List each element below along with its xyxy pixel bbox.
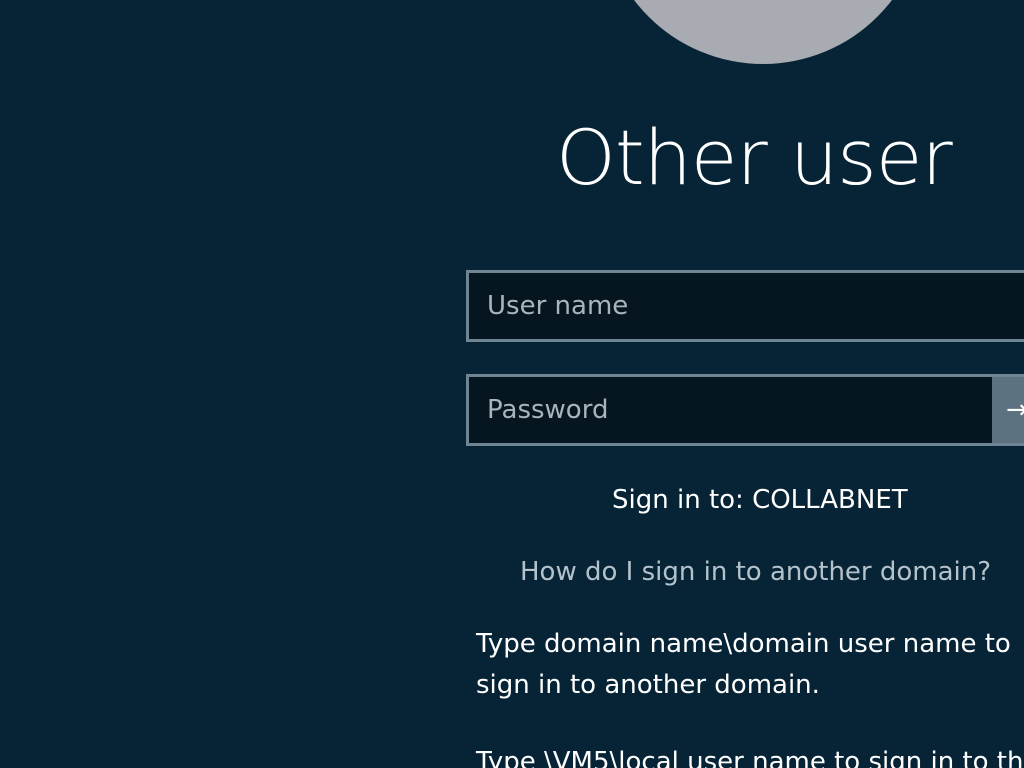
sign-in-screen: Other user → Sign in to: COLLABNET How d… [0, 0, 1024, 768]
arrow-right-icon: → [1006, 395, 1024, 425]
user-avatar [601, 0, 925, 64]
password-field-container: → [466, 374, 1024, 446]
password-input[interactable] [469, 377, 1024, 443]
sign-in-domain-label: Sign in to: COLLABNET [612, 485, 908, 515]
domain-help-text: Type domain name\domain user name to sig… [476, 624, 1024, 706]
username-field-container [466, 270, 1024, 342]
username-input[interactable] [469, 273, 1024, 339]
another-domain-help-link[interactable]: How do I sign in to another domain? [520, 552, 991, 592]
domain-help-text-line2: sign in to another domain. [476, 670, 820, 700]
user-title: Other user [556, 113, 953, 202]
local-user-help-text: Type \VM5\local user name to sign in to … [476, 747, 1024, 768]
domain-help-text-line1: Type domain name\domain user name to [476, 629, 1011, 659]
submit-button[interactable]: → [992, 377, 1024, 443]
